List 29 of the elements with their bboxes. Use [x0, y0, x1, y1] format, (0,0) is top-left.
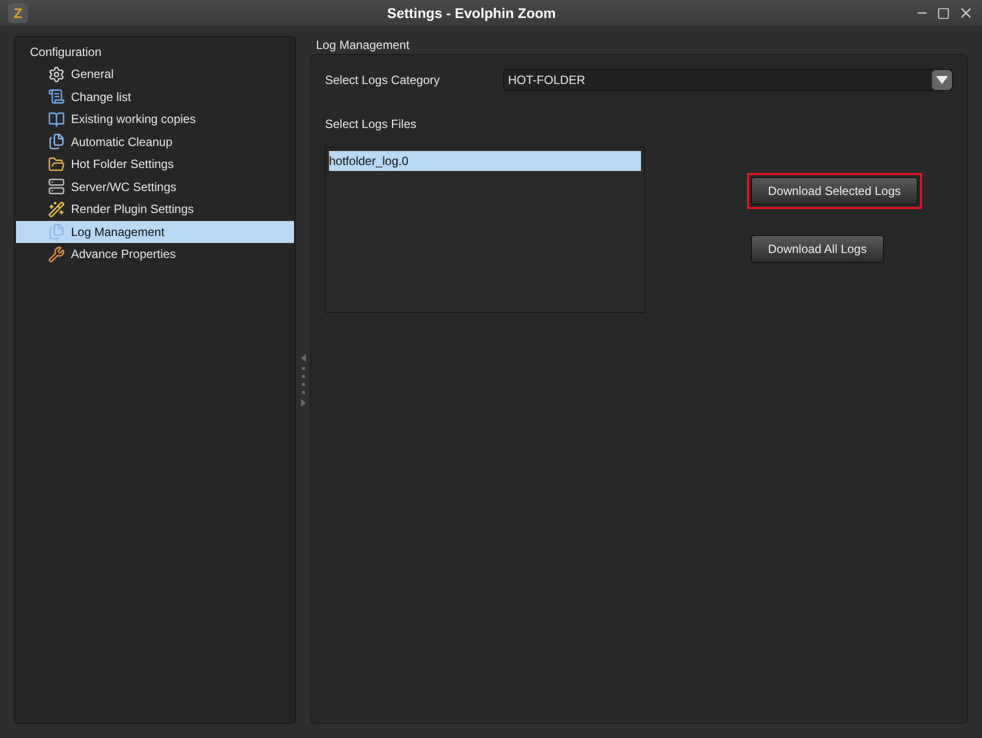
panel-title: Log Management [316, 38, 410, 52]
sidebar-title: Configuration [30, 45, 102, 59]
sidebar-item[interactable]: Change list [16, 86, 294, 108]
wrench-icon [48, 246, 65, 263]
sidebar-item[interactable]: Server/WC Settings [16, 176, 294, 198]
documents-icon [48, 133, 65, 150]
server-icon [48, 178, 65, 196]
documents-icon [48, 223, 65, 240]
sidebar-item[interactable]: Advance Properties [16, 243, 294, 266]
scroll-icon [48, 88, 65, 106]
category-dropdown[interactable]: HOT-FOLDER [503, 69, 953, 91]
field-label: Select Logs Files [325, 117, 416, 131]
app-logo: Z [8, 3, 28, 23]
folder-icon [48, 156, 65, 173]
sidebar-item[interactable]: General [16, 63, 294, 86]
sidebar-item[interactable]: Hot Folder Settings [16, 153, 294, 176]
window-title: Settings - Evolphin Zoom [386, 4, 557, 23]
sidebar-item[interactable]: Render Plugin Settings [16, 198, 294, 220]
wand-icon [48, 200, 65, 218]
download-button[interactable]: Download Selected Logs [751, 177, 918, 205]
sidebar-item[interactable]: Automatic Cleanup [16, 130, 294, 153]
field-label: Select Logs Category [325, 72, 441, 89]
sidebar-item[interactable]: Existing working copies [16, 108, 294, 130]
download-button[interactable]: Download All Logs [751, 235, 884, 263]
book-icon [48, 110, 65, 128]
gear-icon [48, 66, 65, 83]
sidebar-item[interactable]: Log Management [16, 220, 294, 243]
log-file-item[interactable]: hotfolder_log.0 [329, 151, 641, 171]
maximize-icon[interactable] [937, 6, 950, 20]
